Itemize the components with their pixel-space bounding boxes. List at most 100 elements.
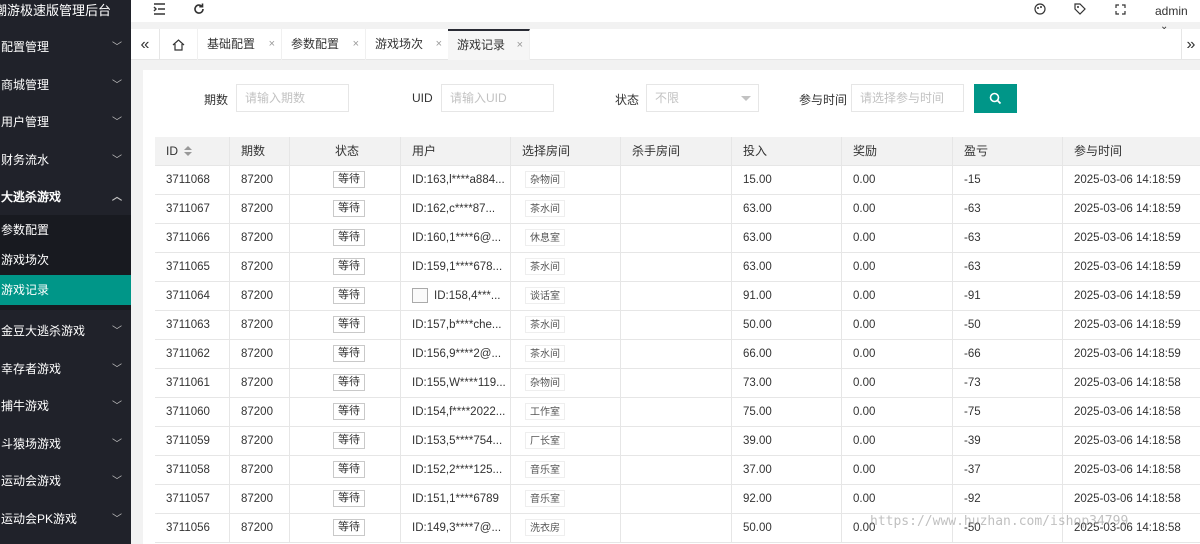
chevron-down-icon: ﹀ <box>112 439 122 450</box>
cell-killer <box>621 398 732 426</box>
user-text: ID:163,l****a884... <box>412 174 505 186</box>
cell-time: 2025-03-06 14:18:58 <box>1074 493 1181 505</box>
cell-room: 茶水间 <box>511 195 621 223</box>
chevron-down-icon: ﹀ <box>112 364 122 375</box>
time-picker-input[interactable]: 请选择参与时间 <box>851 84 964 112</box>
tab-game-records[interactable]: 游戏记录 × <box>448 29 530 60</box>
close-icon[interactable]: × <box>353 29 359 60</box>
cell-user: ID:154,f****2022... <box>401 398 511 426</box>
sidebar-item[interactable]: 幸存者游戏 ﹀ <box>0 351 131 388</box>
subnav-item-records[interactable]: 游戏记录 <box>0 275 131 305</box>
sidebar-item[interactable]: 运动会PK游戏 ﹀ <box>0 501 131 538</box>
cell-period: 87200 <box>230 456 290 484</box>
cell-id: 3711065 <box>155 253 230 281</box>
room-tag: 茶水间 <box>525 316 565 334</box>
cell-id: 3711063 <box>155 311 230 339</box>
user-text: ID:155,W****119... <box>412 377 506 389</box>
home-icon[interactable] <box>160 29 198 60</box>
close-icon[interactable]: × <box>436 29 442 60</box>
cell-status: 等待 <box>290 340 401 368</box>
status-badge: 等待 <box>333 258 365 276</box>
sidebar-item[interactable]: 用户管理 ﹀ <box>0 104 131 141</box>
fullscreen-icon[interactable] <box>1115 3 1126 18</box>
col-header-id[interactable]: ID <box>155 137 230 166</box>
tab-basic-config[interactable]: 基础配置 × <box>198 29 282 60</box>
cell-id: 3711059 <box>155 427 230 455</box>
col-header-time: 参与时间 <box>1074 144 1123 158</box>
cell-status: 等待 <box>290 485 401 513</box>
cell-reward: 0.00 <box>842 485 953 513</box>
chevron-down-icon: ﹀ <box>112 514 122 525</box>
uid-input[interactable]: 请输入UID <box>441 84 554 112</box>
cell-reward: 0.00 <box>842 340 953 368</box>
cell-pnl: -15 <box>953 166 1063 194</box>
theme-icon[interactable] <box>1034 3 1046 18</box>
sidebar-item[interactable]: 配置管理 ﹀ <box>0 29 131 66</box>
cell-reward: 0.00 <box>842 282 953 310</box>
cell-room: 洗衣房 <box>511 514 621 542</box>
table-row: 3711057 87200 等待 ID:151,1****6789 音乐室 92.00 0.… <box>155 485 1200 514</box>
cell-status: 等待 <box>290 166 401 194</box>
chevron-down-icon: ﹀ <box>112 117 122 128</box>
sidebar-item[interactable]: 斗猿场游戏 ﹀ <box>0 426 131 463</box>
cell-user: ID:151,1****6789 <box>401 485 511 513</box>
status-badge: 等待 <box>333 519 365 537</box>
status-badge: 等待 <box>333 200 365 218</box>
period-input[interactable]: 请输入期数 <box>236 84 349 112</box>
refresh-icon[interactable] <box>193 3 205 18</box>
close-icon[interactable]: × <box>517 31 523 60</box>
col-header-killer-room: 杀手房间 <box>621 137 732 166</box>
sort-icon[interactable] <box>184 145 192 156</box>
sidebar-item-label: 用户管理 <box>1 115 50 129</box>
subnav-item-sessions[interactable]: 游戏场次 <box>0 245 131 275</box>
cell-id: 3711066 <box>155 224 230 252</box>
cell-period: 87200 <box>230 253 290 281</box>
cell-room: 杂物间 <box>511 369 621 397</box>
tab-label: 游戏记录 <box>457 38 506 52</box>
user-text: ID:153,5****754... <box>412 435 503 447</box>
tab-scroll-left-icon[interactable]: « <box>131 29 160 60</box>
cell-killer <box>621 340 732 368</box>
sidebar-item-label: 大逃杀游戏 <box>1 190 62 204</box>
col-header-pnl: 盈亏 <box>953 137 1063 166</box>
sidebar-item[interactable]: 商城管理 ﹀ <box>0 67 131 104</box>
room-tag: 音乐室 <box>525 490 565 508</box>
sidebar-item[interactable]: 财务流水 ﹀ <box>0 142 131 179</box>
chevron-down-icon: ﹀ <box>112 476 122 487</box>
sidebar-item-label: 运动会PK游戏 <box>1 512 78 526</box>
cell-pnl: -37 <box>953 456 1063 484</box>
tag-icon[interactable] <box>1074 3 1086 18</box>
tab-scroll-right-icon[interactable]: » <box>1181 29 1200 60</box>
subnav-item-params[interactable]: 参数配置 <box>0 215 131 245</box>
cell-time: 2025-03-06 14:18:58 <box>1074 435 1181 447</box>
sidebar-item[interactable]: 捕牛游戏 ﹀ <box>0 388 131 425</box>
close-icon[interactable]: × <box>269 29 275 60</box>
col-header-period: 期数 <box>230 137 290 166</box>
sidebar-item-label: 财务流水 <box>1 153 50 167</box>
status-select[interactable]: 不限 <box>646 84 759 112</box>
status-badge: 等待 <box>333 229 365 247</box>
table-row: 3711067 87200 等待 ID:162,c****87... 茶水间 63.00 0… <box>155 195 1200 224</box>
sidebar-item[interactable]: 运动会游戏 ﹀ <box>0 463 131 500</box>
sidebar-item-label: 斗猿场游戏 <box>1 437 62 451</box>
tab-param-config[interactable]: 参数配置 × <box>282 29 366 60</box>
user-menu[interactable]: admin ⌄ <box>1155 4 1200 32</box>
sidebar-item[interactable]: 大逃杀游戏 ︿ <box>0 179 131 216</box>
cell-pnl: -91 <box>953 282 1063 310</box>
status-badge: 等待 <box>333 374 365 392</box>
cell-reward: 0.00 <box>842 195 953 223</box>
tab-game-sessions[interactable]: 游戏场次 × <box>366 29 449 60</box>
menu-toggle-icon[interactable] <box>153 3 166 18</box>
cell-reward: 0.00 <box>842 166 953 194</box>
cell-room: 工作室 <box>511 398 621 426</box>
table-row: 3711060 87200 等待 ID:154,f****2022... 工作室 75.0… <box>155 398 1200 427</box>
cell-bet: 91.00 <box>732 282 842 310</box>
room-tag: 茶水间 <box>525 345 565 363</box>
cell-room: 杂物间 <box>511 166 621 194</box>
table-row: 3711059 87200 等待 ID:153,5****754... 厂长室 39.00… <box>155 427 1200 456</box>
cell-room: 茶水间 <box>511 340 621 368</box>
sidebar-item[interactable]: 金豆大逃杀游戏 ﹀ <box>0 313 131 350</box>
search-button[interactable] <box>974 84 1017 113</box>
cell-killer <box>621 282 732 310</box>
cell-status: 等待 <box>290 456 401 484</box>
